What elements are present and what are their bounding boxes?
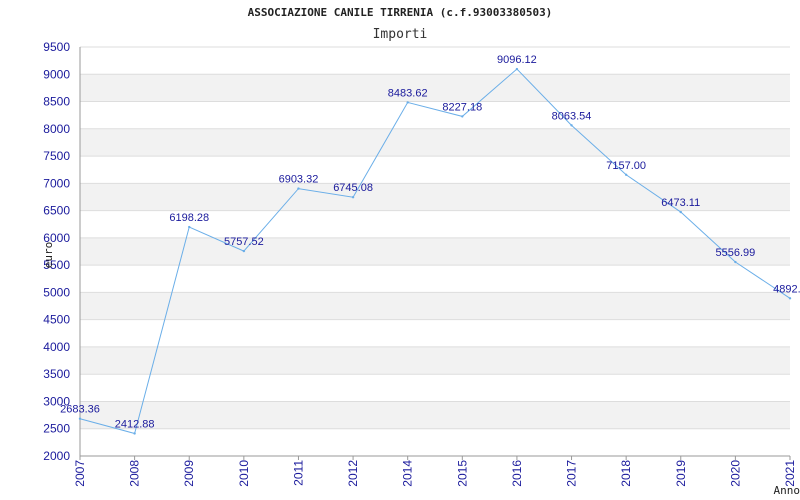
y-tick-label: 7000 <box>43 176 70 190</box>
data-label: 5556.99 <box>716 247 756 259</box>
data-point <box>570 124 573 127</box>
data-label: 6198.28 <box>169 212 209 224</box>
y-tick-label: 2000 <box>43 449 70 463</box>
data-point <box>461 115 464 118</box>
y-tick-label: 6500 <box>43 204 70 218</box>
x-tick-label: 2021 <box>783 460 797 487</box>
x-tick-label: 2016 <box>510 460 524 487</box>
data-point <box>133 432 136 435</box>
y-tick-label: 4500 <box>43 313 70 327</box>
data-point <box>351 196 355 199</box>
data-point <box>734 260 737 264</box>
data-point <box>188 225 191 229</box>
data-point <box>788 297 792 300</box>
y-tick-label: 8000 <box>43 122 70 136</box>
x-tick-label: 2010 <box>237 460 251 487</box>
data-point <box>679 210 682 214</box>
y-tick-label: 9500 <box>43 40 70 54</box>
x-tick-label: 2012 <box>346 460 360 487</box>
data-label: 8483.62 <box>388 87 428 99</box>
data-point <box>515 67 519 71</box>
y-tick-label: 3500 <box>43 367 70 381</box>
data-label: 8227.18 <box>442 101 482 113</box>
data-point <box>624 173 628 176</box>
y-tick-label: 4000 <box>43 340 70 354</box>
x-tick-labels: 2007 2008 2009 2010 2011 2012 2014 2015 2016 2017… <box>73 460 797 487</box>
y-tick-label: 5000 <box>43 285 70 299</box>
x-tick-label: 2009 <box>182 460 196 487</box>
data-label: 6745.08 <box>333 182 373 194</box>
x-tick-label: 2018 <box>619 460 633 487</box>
x-tick-label: 2017 <box>565 460 579 487</box>
grid-band <box>80 401 790 429</box>
data-label: 2683.36 <box>60 404 100 416</box>
y-tick-label: 7500 <box>43 149 70 163</box>
data-label: 6903.32 <box>279 174 319 186</box>
chart-title: ASSOCIAZIONE CANILE TIRRENIA (c.f.930033… <box>248 6 553 19</box>
plot-background <box>80 74 790 429</box>
x-tick-label: 2007 <box>73 460 87 487</box>
y-axis-label: euro <box>42 242 55 269</box>
x-tick-label: 2011 <box>291 460 305 486</box>
grid-band <box>80 346 790 375</box>
grid-band <box>80 128 790 157</box>
data-point <box>406 101 409 104</box>
data-point <box>78 417 82 420</box>
x-tick-label: 2015 <box>455 460 469 487</box>
x-axis-label: Anno <box>774 484 800 497</box>
y-tick-label: 9000 <box>43 67 70 81</box>
chart: 2000250030003500400045005000550060006500… <box>42 6 800 497</box>
chart-subtitle: Importi <box>373 27 428 42</box>
x-tick-label: 2020 <box>728 460 742 487</box>
data-point <box>297 187 300 190</box>
data-label: 8063.54 <box>552 110 592 122</box>
data-label: 4892.2 <box>773 283 800 295</box>
x-tick-label: 2014 <box>401 460 415 487</box>
data-point <box>242 249 246 253</box>
grid-band <box>80 74 790 102</box>
grid-band <box>80 237 790 266</box>
grid-band <box>80 292 790 320</box>
data-label: 7157.00 <box>606 160 646 172</box>
data-label: 9096.12 <box>497 54 537 66</box>
x-tick-label: 2019 <box>674 460 688 487</box>
data-label: 5757.52 <box>224 236 264 248</box>
y-tick-label: 2500 <box>43 422 70 436</box>
data-label: 6473.11 <box>661 197 700 209</box>
y-tick-label: 8500 <box>43 95 70 109</box>
data-label: 2412.88 <box>115 418 155 430</box>
x-tick-label: 2008 <box>128 460 142 487</box>
